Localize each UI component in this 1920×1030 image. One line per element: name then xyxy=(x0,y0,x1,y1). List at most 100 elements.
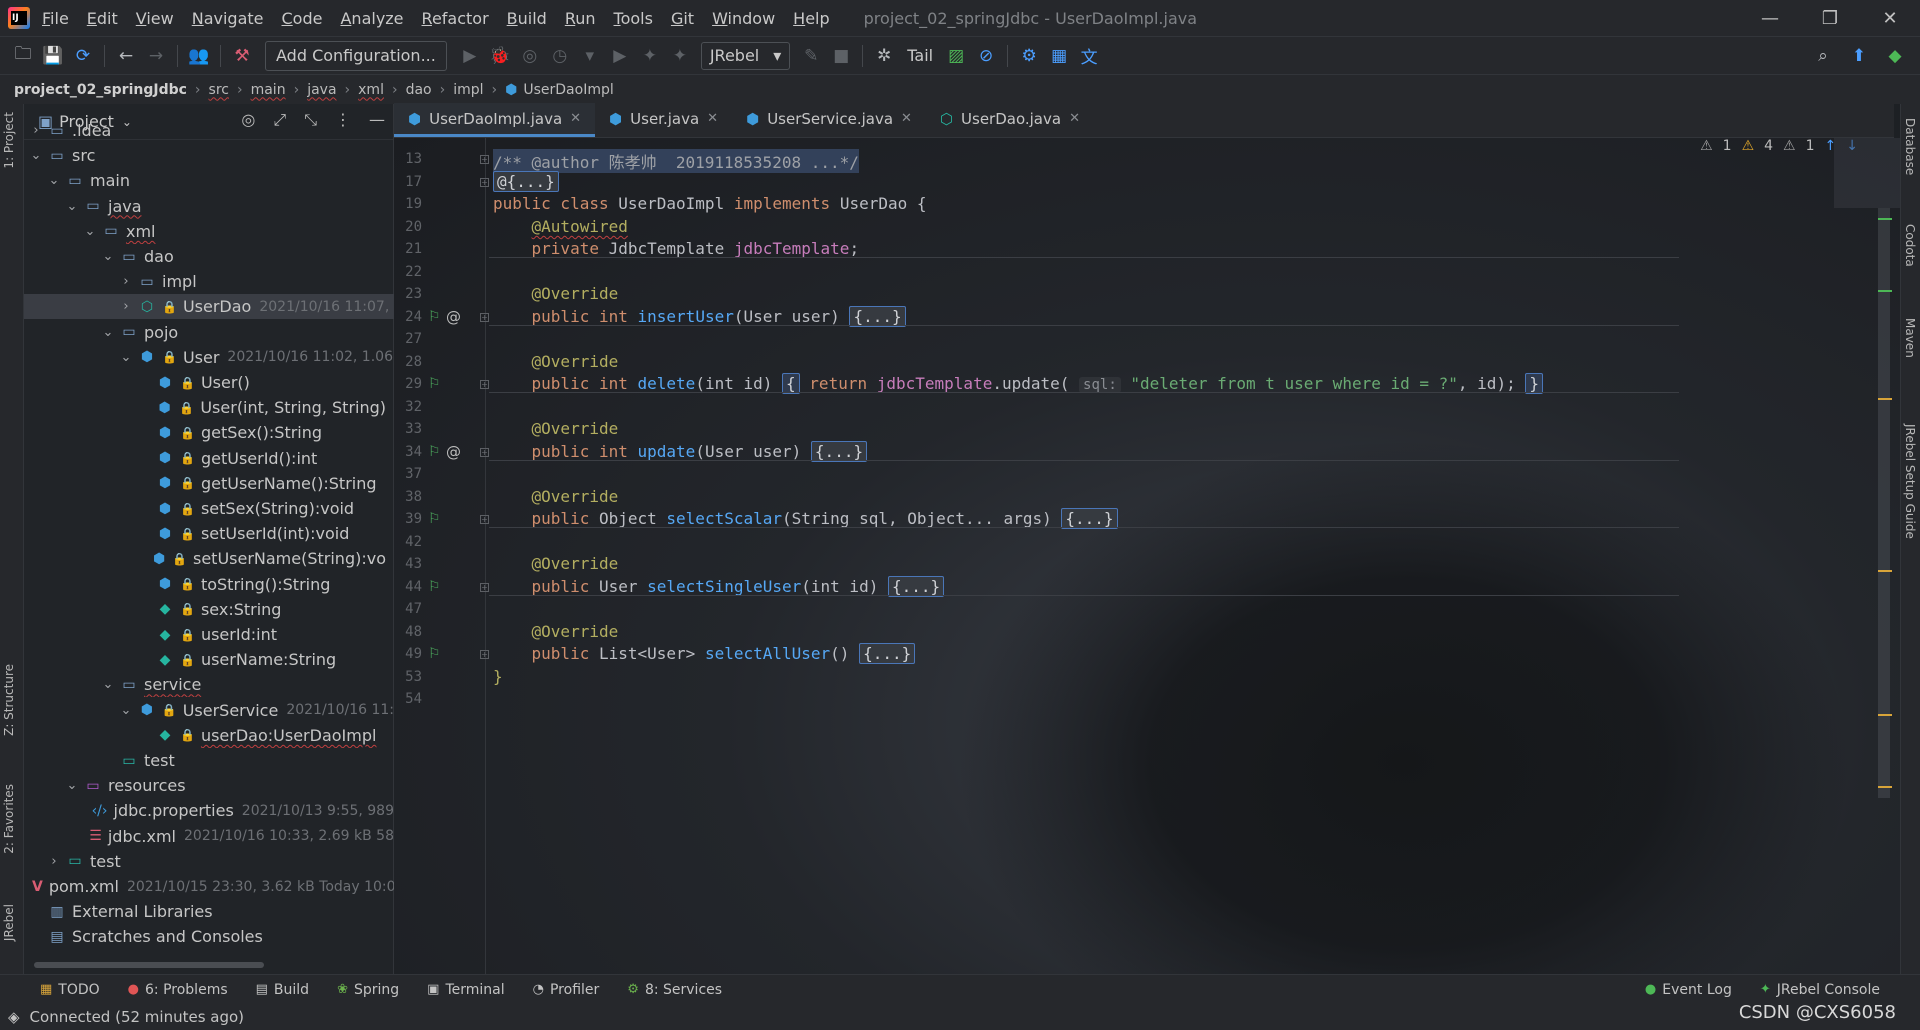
forward-icon[interactable]: → xyxy=(141,42,171,70)
fold-toggle-icon[interactable]: + xyxy=(480,380,489,389)
tree-item[interactable]: ⌄ ▭ xml xyxy=(24,219,394,244)
add-configuration-button[interactable]: Add Configuration... xyxy=(265,40,447,71)
expand-arrow-icon[interactable]: ⌄ xyxy=(46,173,62,188)
tree-horizontal-scrollbar[interactable] xyxy=(34,962,264,968)
monitor-icon[interactable]: ▨ xyxy=(941,42,971,70)
tree-item[interactable]: ⌄ ⬢ 🔒 UserService 2021/10/16 11: xyxy=(24,698,394,723)
implements-method-icon[interactable]: ⚐ xyxy=(428,511,441,527)
menu-code[interactable]: Code xyxy=(282,9,323,28)
terminal-tool-button[interactable]: ▣ Terminal xyxy=(427,982,504,998)
implements-method-icon[interactable]: ⚐ xyxy=(428,579,441,595)
expand-arrow-icon[interactable]: › xyxy=(28,123,44,138)
breadcrumb-project[interactable]: project_02_springJdbc xyxy=(14,82,187,98)
tree-item[interactable]: ◆ 🔒 userId:int xyxy=(24,622,394,647)
menu-edit[interactable]: Edit xyxy=(87,9,118,28)
folded-annotations[interactable]: @{...} xyxy=(493,171,559,192)
build-hammer-icon[interactable]: ⚒ xyxy=(227,42,257,70)
menu-run[interactable]: Run xyxy=(565,9,596,28)
todo-tool-button[interactable]: ▦ TODO xyxy=(40,982,100,998)
fold-toggle-icon[interactable]: + xyxy=(480,313,489,322)
tree-item[interactable]: ⬢ 🔒 getUserId():int xyxy=(24,446,394,471)
save-icon[interactable]: 💾 xyxy=(38,42,68,70)
line-number[interactable]: 54 xyxy=(394,691,422,707)
layers-icon[interactable]: ◈ xyxy=(8,1008,20,1026)
implements-method-icon[interactable]: ⚐ xyxy=(428,376,441,392)
fold-toggle-icon[interactable]: + xyxy=(480,515,489,524)
maven-tool-tab[interactable]: Maven xyxy=(1903,318,1917,358)
line-number[interactable]: 29 xyxy=(394,376,422,392)
breadcrumb-java[interactable]: java xyxy=(307,82,336,98)
services-tool-button[interactable]: ⚙ 8: Services xyxy=(627,982,722,998)
back-icon[interactable]: ← xyxy=(111,42,141,70)
tree-item[interactable]: ⌄ ▭ src xyxy=(24,143,394,168)
folded-body[interactable]: {...} xyxy=(887,576,945,597)
line-number[interactable]: 48 xyxy=(394,624,422,640)
jrebel-guide-tool-tab[interactable]: JRebel Setup Guide xyxy=(1903,424,1917,539)
tree-item[interactable]: ⬢ 🔒 getUserName():String xyxy=(24,471,394,496)
editor-scrollbar[interactable] xyxy=(1878,208,1890,798)
line-number[interactable]: 37 xyxy=(394,466,422,482)
debug-icon[interactable]: 🐞 xyxy=(485,42,515,70)
line-number[interactable]: 53 xyxy=(394,669,422,685)
tree-item[interactable]: ⌄ ▭ pojo xyxy=(24,320,394,345)
expand-arrow-icon[interactable]: › xyxy=(118,274,134,289)
fold-toggle-icon[interactable]: + xyxy=(480,583,489,592)
line-number[interactable]: 20 xyxy=(394,219,422,235)
line-number[interactable]: 44 xyxy=(394,579,422,595)
tree-item[interactable]: ⌄ ▭ main xyxy=(24,168,394,193)
structure-tool-tab[interactable]: Z: Structure xyxy=(2,664,16,736)
fold-toggle-icon[interactable]: + xyxy=(480,650,489,659)
settings-gear-icon[interactable]: ⚙ xyxy=(1014,42,1044,70)
tree-item[interactable]: ◆ 🔒 userDao:UserDaoImpl xyxy=(24,723,394,748)
close-tab-icon[interactable]: ✕ xyxy=(570,111,581,126)
line-number[interactable]: 24 xyxy=(394,309,422,325)
tree-item[interactable]: ▤ Scratches and Consoles xyxy=(24,924,394,949)
breadcrumb-main[interactable]: main xyxy=(251,82,286,98)
jrebel-debug-icon[interactable]: ✦ xyxy=(635,42,665,70)
tree-item[interactable]: Vpom.xml 2021/10/15 23:30, 3.62 kB Today … xyxy=(24,874,394,899)
line-number[interactable]: 19 xyxy=(394,196,422,212)
line-number[interactable]: 32 xyxy=(394,399,422,415)
bean-navigation-icon[interactable]: @ xyxy=(446,443,461,461)
line-number[interactable]: 33 xyxy=(394,421,422,437)
line-number[interactable]: 42 xyxy=(394,534,422,550)
jrebel-console-button[interactable]: ✦ JRebel Console xyxy=(1760,982,1880,998)
tab-userservice[interactable]: ⬢ UserService.java ✕ xyxy=(732,103,926,137)
implements-method-icon[interactable]: ⚐ xyxy=(428,646,441,662)
run-dropdown-icon[interactable]: ▾ xyxy=(575,42,605,70)
tree-item[interactable]: ⬢ 🔒 getSex():String xyxy=(24,420,394,445)
expand-arrow-icon[interactable]: › xyxy=(46,854,62,869)
spring-tool-button[interactable]: ❀ Spring xyxy=(337,982,399,998)
jrebel-update-icon[interactable]: ✎ xyxy=(796,42,826,70)
expand-arrow-icon[interactable]: ⌄ xyxy=(100,677,116,692)
tree-item[interactable]: ⬢ 🔒 toString():String xyxy=(24,572,394,597)
line-number[interactable]: 28 xyxy=(394,354,422,370)
sync-icon[interactable]: ⟳ xyxy=(68,42,98,70)
breadcrumb-class[interactable]: UserDaoImpl xyxy=(523,82,613,98)
line-number[interactable]: 12 xyxy=(394,138,422,142)
disable-icon[interactable]: ⊘ xyxy=(971,42,1001,70)
tab-userdaoimpl[interactable]: ⬢ UserDaoImpl.java ✕ xyxy=(394,103,596,137)
folded-body[interactable]: {...} xyxy=(1061,508,1118,529)
expand-arrow-icon[interactable]: ⌄ xyxy=(64,199,80,214)
bean-navigation-icon[interactable]: @ xyxy=(446,308,461,326)
menu-refactor[interactable]: Refactor xyxy=(422,9,489,28)
line-number[interactable]: 22 xyxy=(394,264,422,280)
stop-icon[interactable]: ■ xyxy=(826,42,856,70)
menu-file[interactable]: File xyxy=(42,9,69,28)
run-jrebel-icon[interactable]: ▶ xyxy=(605,42,635,70)
tree-item[interactable]: › ▭ .idea xyxy=(24,118,394,143)
expand-arrow-icon[interactable]: ⌄ xyxy=(28,148,44,163)
code-editor[interactable]: 12 13 17 19 20 21 22 23 24 27 28 29 32 33 34 37 38 39 42 43… xyxy=(394,138,1900,974)
expand-arrow-icon[interactable]: › xyxy=(118,299,134,314)
plugin-icon[interactable]: ◆ xyxy=(1880,42,1910,70)
update-icon[interactable]: ⬆ xyxy=(1844,42,1874,70)
folded-body[interactable]: {...} xyxy=(810,441,868,462)
profiler-tool-button[interactable]: ◔ Profiler xyxy=(533,982,600,998)
tree-item[interactable]: ⌄ ▭ java xyxy=(24,194,394,219)
event-log-button[interactable]: ● Event Log xyxy=(1645,982,1732,998)
intellij-logo-icon[interactable] xyxy=(8,7,30,29)
vcs-users-icon[interactable]: 👥 xyxy=(184,42,214,70)
expand-arrow-icon[interactable]: ⌄ xyxy=(82,224,98,239)
tree-item[interactable]: ⌄ ▭ service xyxy=(24,672,394,697)
